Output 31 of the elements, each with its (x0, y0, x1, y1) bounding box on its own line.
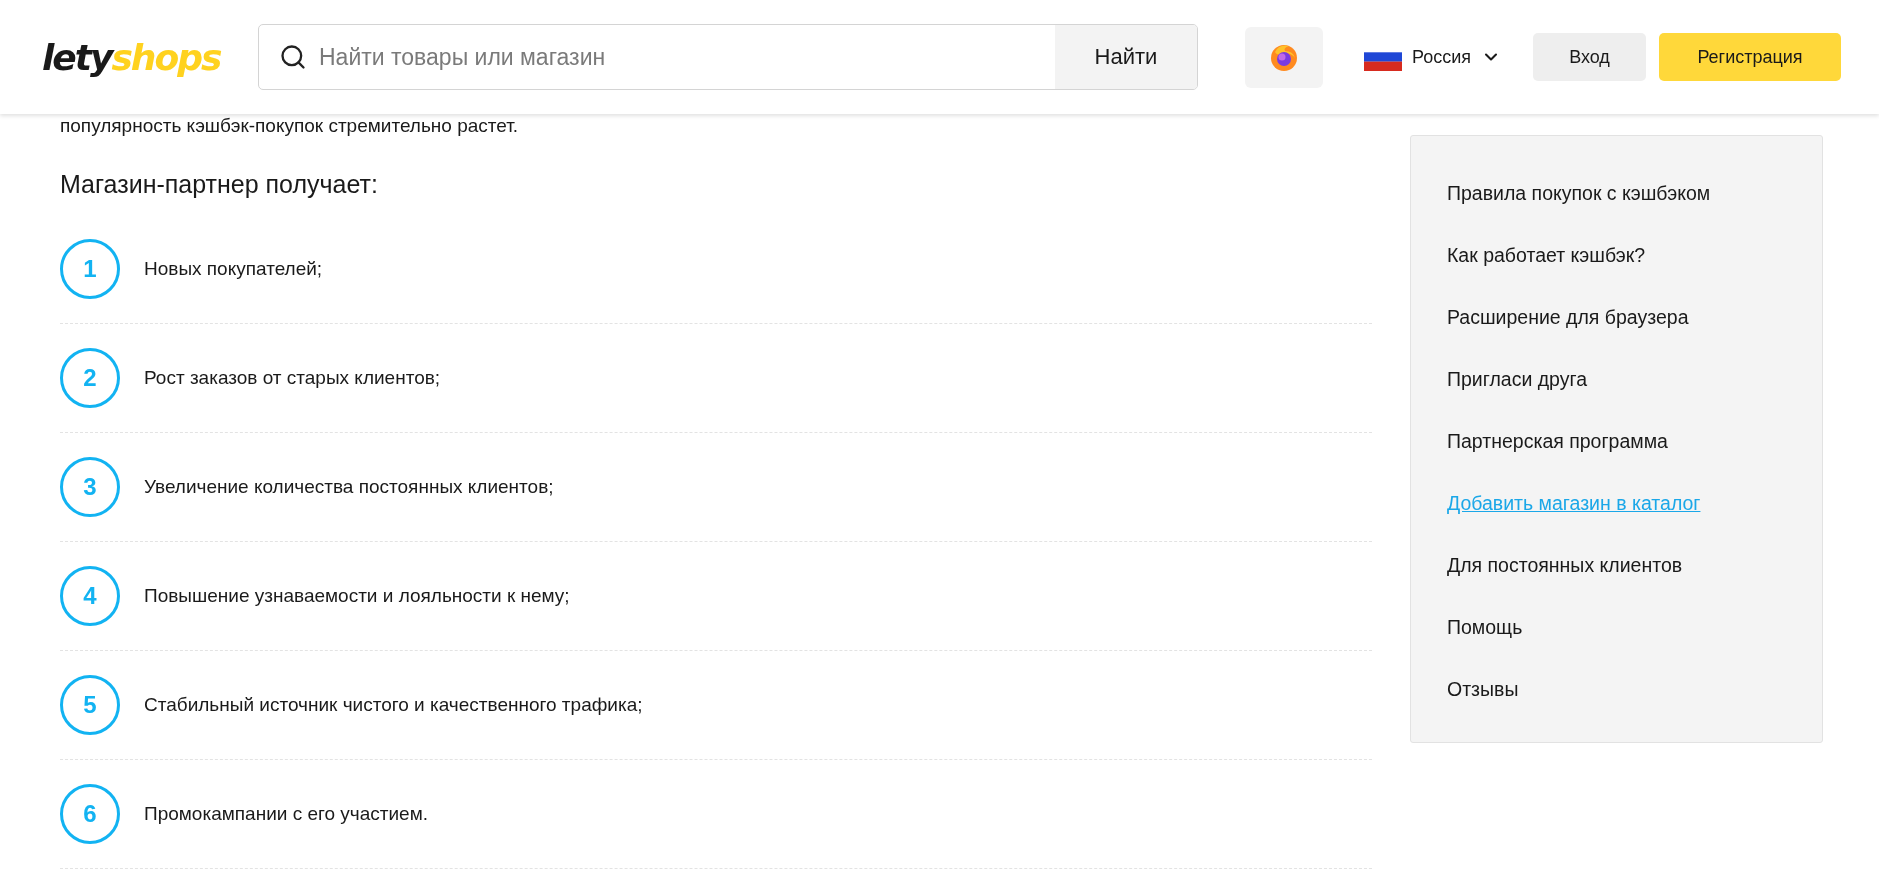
search-field[interactable]: Найти товары или магазин Найти (258, 24, 1198, 90)
paragraph: популярность кэшбэк-покупок стремительно растет. (60, 114, 520, 138)
sidebar-link[interactable]: Правила покупок с кэшбэком (1447, 162, 1786, 224)
sidebar-link[interactable]: Как работает кэшбэк? (1447, 224, 1786, 286)
number-circle: 6 (60, 784, 120, 844)
benefit-text: Рост заказов от старых клиентов; (144, 367, 441, 389)
section-heading: Магазин-партнер получает: (60, 170, 379, 199)
number-circle: 2 (60, 348, 120, 408)
number-circle: 1 (60, 239, 120, 299)
sidebar-link[interactable]: Отзывы (1447, 658, 1786, 720)
browser-icon (1269, 42, 1299, 72)
benefit-text: Повышение узнаваемости и лояльности к нему; (144, 585, 570, 607)
search-button[interactable]: Найти (1055, 25, 1197, 89)
benefit-text: Увеличение количества постоянных клиентов; (144, 476, 554, 498)
login-button[interactable]: Вход (1533, 33, 1646, 81)
region-selector[interactable]: Россия (1364, 43, 1502, 71)
sidebar-link[interactable]: Расширение для браузера (1447, 286, 1786, 348)
benefit-text: Промокампании с его участием. (144, 803, 429, 825)
browser-extension-button[interactable] (1245, 26, 1323, 88)
sidebar-link[interactable]: Помощь (1447, 596, 1786, 658)
sidebar-link[interactable]: Пригласи друга (1447, 348, 1786, 410)
search-icon (279, 43, 307, 71)
sidebar-link[interactable]: Партнерская программа (1447, 410, 1786, 472)
number-circle: 4 (60, 566, 120, 626)
number-circle: 5 (60, 675, 120, 735)
number-circle: 3 (60, 457, 120, 517)
logo[interactable]: letyshops (42, 36, 232, 78)
benefit-text: Стабильный источник чистого и качественного трафика; (144, 694, 643, 716)
sidebar-link[interactable]: Для постоянных клиентов (1447, 534, 1786, 596)
register-button[interactable]: Регистрация (1659, 33, 1841, 81)
benefit-text: Новых покупателей; (144, 258, 323, 280)
